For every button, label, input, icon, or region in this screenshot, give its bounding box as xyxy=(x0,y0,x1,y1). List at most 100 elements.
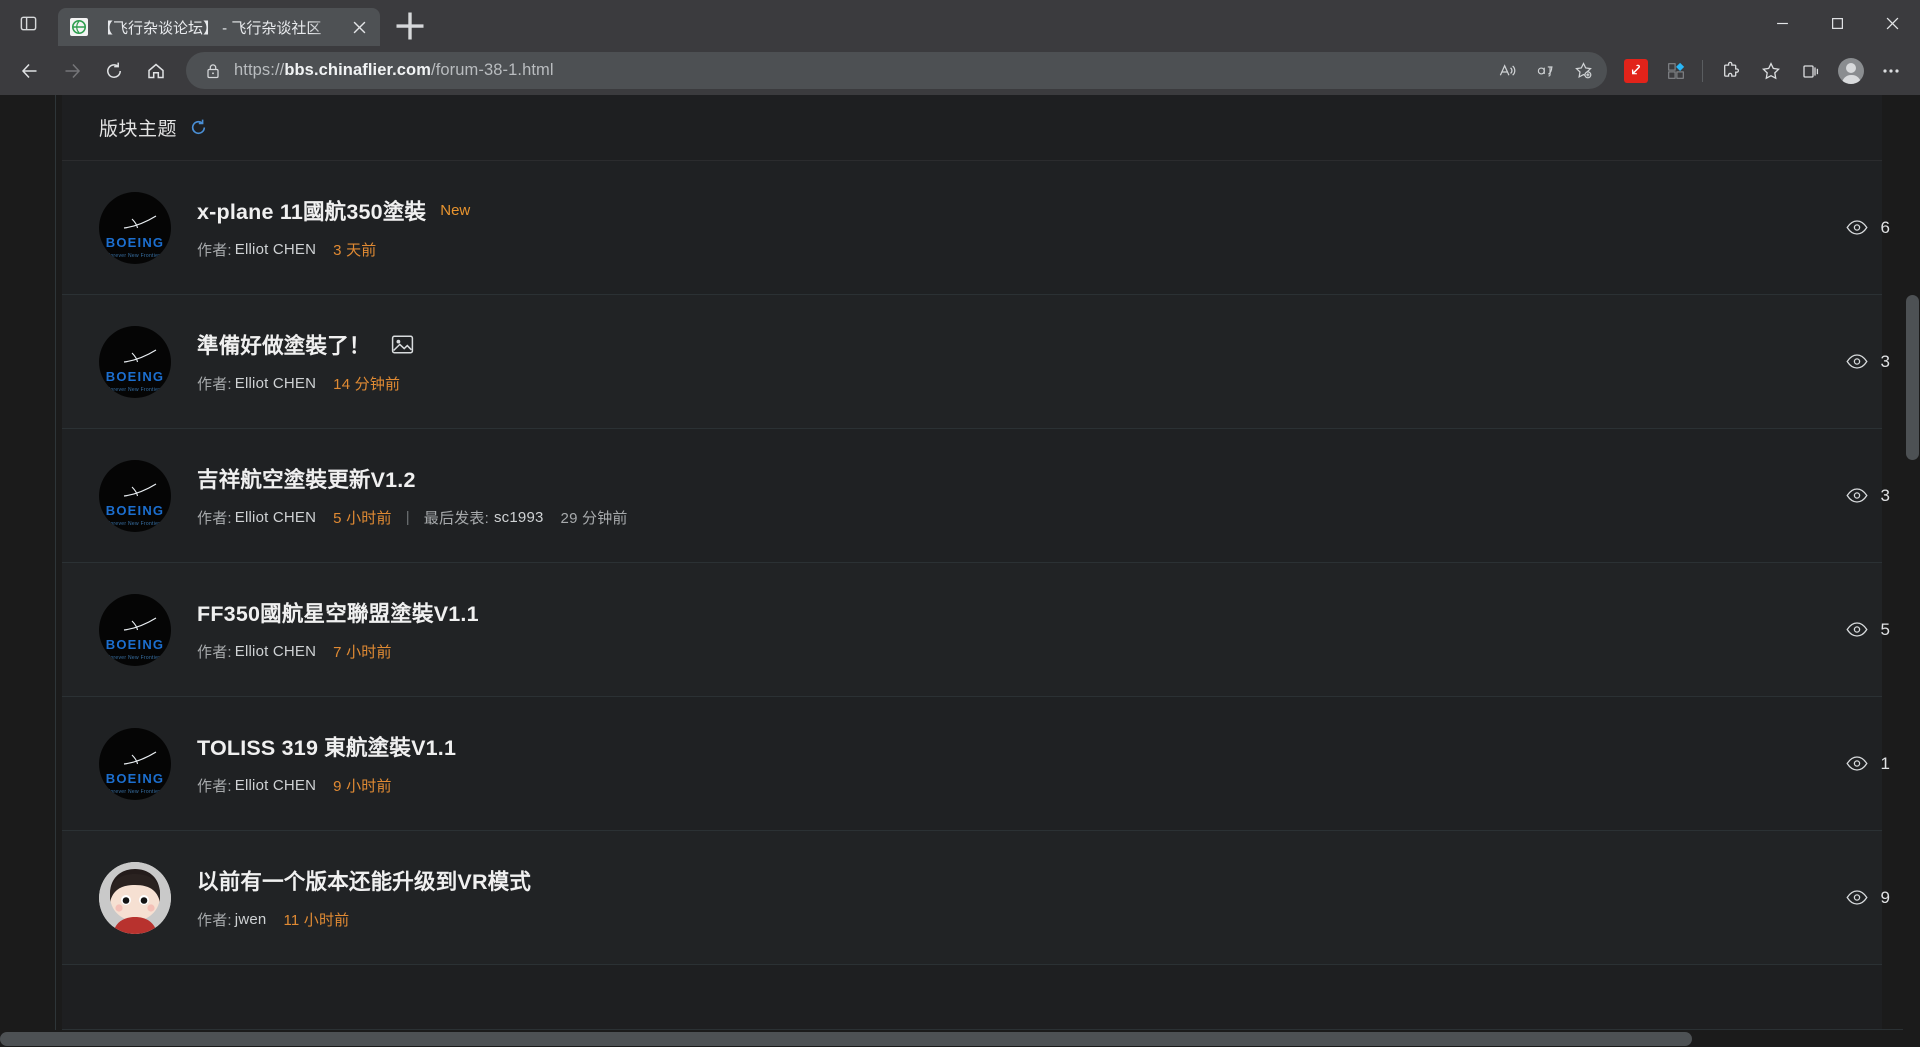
tab-actions-sidebar-button[interactable] xyxy=(8,4,48,42)
pdf-extension-icon[interactable]: ⤦ xyxy=(1617,52,1655,90)
horizontal-scrollbar[interactable] xyxy=(0,1030,1920,1047)
boeing-tagline: Forever New Frontiers xyxy=(106,788,164,795)
boeing-tagline: Forever New Frontiers xyxy=(106,386,164,393)
thread-title-link[interactable]: x-plane 11國航350塗裝 xyxy=(197,195,426,226)
boeing-wordmark: BOEING xyxy=(105,502,165,518)
page-left-gutter xyxy=(0,95,28,1047)
thread-meta: 作者: Elliot CHEN 7 小时前 xyxy=(197,641,1882,662)
last-post-time: 29 分钟前 xyxy=(560,510,628,527)
last-post-user[interactable]: sc1993 xyxy=(494,509,544,526)
thread-title-link[interactable]: 以前有一个版本还能升级到VR模式 xyxy=(197,865,531,896)
home-icon[interactable] xyxy=(136,52,176,90)
post-time: 14 分钟前 xyxy=(333,376,401,393)
avatar[interactable]: BOEING Forever New Frontiers xyxy=(99,191,171,264)
address-bar[interactable]: https://bbs.chinaflier.com/forum-38-1.ht… xyxy=(186,52,1607,89)
thread-title-line: x-plane 11國航350塗裝 New xyxy=(197,195,1882,226)
views-count: 5 xyxy=(1880,619,1890,639)
thread-row[interactable]: BOEING Forever New Frontiers 吉祥航空塗裝更新V1.… xyxy=(62,429,1890,563)
avatar[interactable]: BOEING Forever New Frontiers xyxy=(99,325,171,398)
thread-row[interactable]: BOEING Forever New Frontiers FF350國航星空聯盟… xyxy=(62,563,1890,697)
forum-content: 版块主题 BOEING Forever New Frontiers x-plan… xyxy=(62,95,1890,1047)
thread-title-line: TOLISS 319 東航塗裝V1.1 xyxy=(197,731,1882,762)
url-domain: bbs.chinaflier.com xyxy=(284,61,432,79)
views-count: 1 xyxy=(1880,753,1890,773)
thread-stats: 5 xyxy=(1845,619,1890,640)
thread-title-link[interactable]: TOLISS 319 東航塗裝V1.1 xyxy=(197,731,456,762)
favorites-star-icon[interactable] xyxy=(1752,52,1790,90)
collections-icon[interactable] xyxy=(1792,52,1830,90)
avatar[interactable]: BOEING Forever New Frontiers xyxy=(99,593,171,666)
read-aloud-icon[interactable] xyxy=(1489,55,1525,86)
add-favorite-icon[interactable] xyxy=(1565,55,1601,86)
views-count: 6 xyxy=(1880,217,1890,237)
profile-avatar-icon[interactable] xyxy=(1832,52,1870,90)
vertical-scrollbar-thumb[interactable] xyxy=(1906,295,1919,460)
close-window-button[interactable] xyxy=(1865,0,1920,46)
new-tab-button[interactable] xyxy=(392,8,428,44)
thread-meta: 作者: Elliot CHEN 5 小时前 | 最后发表: sc1993 29 … xyxy=(197,507,1882,528)
maximize-button[interactable] xyxy=(1810,0,1865,46)
post-time: 5 小时前 xyxy=(333,510,392,527)
thread-title-line: 準備好做塗裝了！ xyxy=(197,329,1882,360)
views-eye-icon xyxy=(1845,354,1868,369)
author-label: 作者: xyxy=(197,242,232,259)
views-eye-icon xyxy=(1845,622,1868,637)
toolbar-divider xyxy=(1702,59,1703,82)
thread-stats: 3 xyxy=(1845,485,1890,506)
thread-stats: 3 xyxy=(1845,351,1890,372)
url-path: /forum-38-1.html xyxy=(431,61,554,79)
extensions-puzzle-icon[interactable] xyxy=(1712,52,1750,90)
author-name[interactable]: Elliot CHEN xyxy=(235,241,316,258)
thread-stats: 1 xyxy=(1845,753,1890,774)
extension-blue-icon[interactable] xyxy=(1657,52,1695,90)
site-favicon xyxy=(70,18,88,36)
views-eye-icon xyxy=(1845,488,1868,503)
thread-row[interactable]: BOEING Forever New Frontiers x-plane 11國… xyxy=(62,161,1890,295)
author-label: 作者: xyxy=(197,376,232,393)
thread-title-link[interactable]: FF350國航星空聯盟塗裝V1.1 xyxy=(197,597,479,628)
new-badge: New xyxy=(440,202,471,219)
thread-title-line: 以前有一个版本还能升级到VR模式 xyxy=(197,865,1882,896)
views-eye-icon xyxy=(1845,890,1868,905)
thread-meta: 作者: Elliot CHEN 14 分钟前 xyxy=(197,373,1882,394)
thread-stats: 9 xyxy=(1845,888,1890,908)
avatar[interactable] xyxy=(99,861,171,934)
author-label: 作者: xyxy=(197,644,232,661)
lock-icon xyxy=(202,63,224,79)
browser-window: 【飞行杂谈论坛】 - 飞行杂谈社区 https://bbs.chinaflier… xyxy=(0,0,1920,1047)
author-label: 作者: xyxy=(197,778,232,795)
minimize-button[interactable] xyxy=(1755,0,1810,46)
views-count: 3 xyxy=(1880,485,1890,505)
forward-arrow-icon[interactable] xyxy=(52,52,92,90)
author-name[interactable]: Elliot CHEN xyxy=(235,375,316,392)
boeing-wordmark: BOEING xyxy=(105,636,165,652)
author-name[interactable]: Elliot CHEN xyxy=(235,643,316,660)
back-arrow-icon[interactable] xyxy=(10,52,50,90)
reload-icon[interactable] xyxy=(94,52,134,90)
translate-icon[interactable] xyxy=(1527,55,1563,86)
boeing-tagline: Forever New Frontiers xyxy=(106,252,164,259)
meta-separator: | xyxy=(405,509,410,526)
thread-row[interactable]: BOEING Forever New Frontiers 準備好做塗裝了！ 作者… xyxy=(62,295,1890,429)
refresh-icon[interactable] xyxy=(189,118,208,137)
thread-main: 以前有一个版本还能升级到VR模式 作者: jwen 11 小时前 xyxy=(197,865,1882,930)
browser-tab[interactable]: 【飞行杂谈论坛】 - 飞行杂谈社区 xyxy=(58,8,380,46)
thread-title-link[interactable]: 準備好做塗裝了！ xyxy=(197,329,371,360)
thread-title-link[interactable]: 吉祥航空塗裝更新V1.2 xyxy=(197,463,416,494)
tab-close-button[interactable] xyxy=(346,14,372,40)
thread-row[interactable]: BOEING Forever New Frontiers TOLISS 319 … xyxy=(62,697,1890,831)
horizontal-scrollbar-thumb[interactable] xyxy=(0,1032,1692,1046)
section-header-title: 版块主题 xyxy=(99,119,178,140)
views-count: 3 xyxy=(1880,351,1890,371)
avatar[interactable]: BOEING Forever New Frontiers xyxy=(99,727,171,800)
thread-main: FF350國航星空聯盟塗裝V1.1 作者: Elliot CHEN 7 小时前 xyxy=(197,597,1882,662)
avatar[interactable]: BOEING Forever New Frontiers xyxy=(99,459,171,532)
author-name[interactable]: Elliot CHEN xyxy=(235,777,316,794)
settings-more-icon[interactable] xyxy=(1872,52,1910,90)
vertical-scrollbar[interactable] xyxy=(1903,95,1920,1047)
author-name[interactable]: jwen xyxy=(235,911,267,928)
window-controls xyxy=(1755,0,1920,46)
thread-meta: 作者: Elliot CHEN 9 小时前 xyxy=(197,775,1882,796)
author-name[interactable]: Elliot CHEN xyxy=(235,509,316,526)
thread-row[interactable]: 以前有一个版本还能升级到VR模式 作者: jwen 11 小时前 9 xyxy=(62,831,1890,965)
